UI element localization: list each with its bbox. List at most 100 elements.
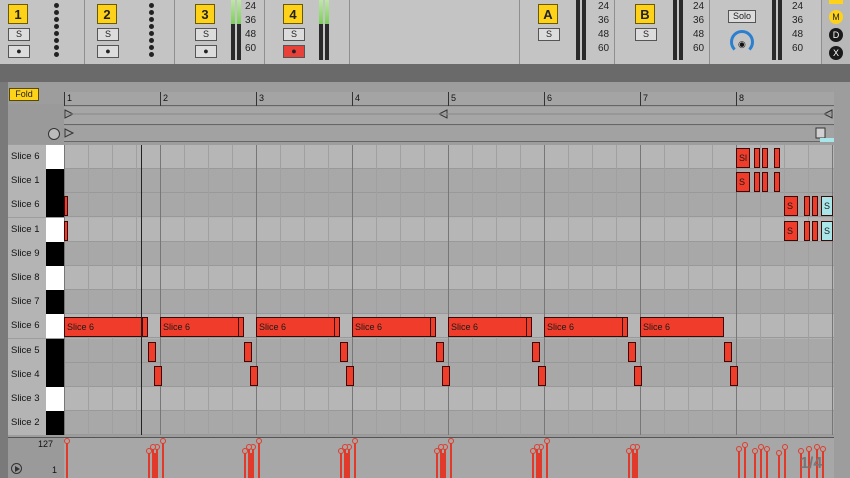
track-4-arm-button[interactable]: ● [283, 45, 305, 58]
midi-note[interactable] [526, 317, 532, 338]
piano-key[interactable] [46, 338, 64, 363]
velocity-marker[interactable] [448, 438, 454, 478]
track-2-button[interactable]: 2 [97, 4, 117, 24]
headphones-icon[interactable] [48, 128, 60, 140]
note-grid[interactable]: Slice 6 Slice 6 Slice 6 Slice 6 Slice 6 Slice… [64, 145, 834, 435]
track-3-arm-button[interactable]: ● [195, 45, 217, 58]
mute-button[interactable]: M [829, 10, 843, 24]
play-icon[interactable] [11, 463, 22, 474]
note-lane[interactable] [64, 145, 834, 169]
midi-note[interactable]: Slice 6 [64, 317, 148, 338]
velocity-marker[interactable] [346, 444, 352, 478]
midi-note[interactable] [334, 317, 340, 338]
track-2-solo-button[interactable]: S [97, 28, 119, 41]
midi-note[interactable] [754, 172, 760, 193]
midi-note[interactable] [804, 220, 810, 241]
velocity-marker[interactable] [150, 444, 156, 478]
return-b-button[interactable]: B [635, 4, 655, 24]
velocity-marker[interactable] [64, 438, 70, 478]
piano-key[interactable] [46, 241, 64, 266]
midi-note[interactable] [730, 365, 738, 386]
piano-key[interactable] [46, 362, 64, 387]
midi-note[interactable] [754, 148, 760, 168]
fold-button[interactable]: Fold [9, 88, 39, 101]
note-lane[interactable] [64, 387, 834, 411]
velocity-marker[interactable] [438, 444, 444, 478]
piano-key[interactable] [46, 387, 64, 411]
velocity-marker[interactable] [534, 444, 540, 478]
key-row[interactable]: Slice 2 [8, 411, 64, 436]
piano-key[interactable] [46, 193, 64, 218]
velocity-marker[interactable] [742, 442, 748, 478]
piano-key[interactable] [46, 411, 64, 436]
midi-note[interactable] [538, 365, 546, 386]
midi-note[interactable] [244, 341, 252, 362]
return-b-solo-button[interactable]: S [635, 28, 657, 41]
midi-note[interactable] [774, 148, 780, 168]
note-lane[interactable] [64, 266, 834, 290]
midi-note[interactable]: S [821, 196, 833, 217]
key-row[interactable]: Slice 6 [8, 193, 64, 218]
velocity-marker[interactable] [342, 444, 348, 478]
start-end-marker-bar[interactable] [64, 126, 834, 142]
note-lane[interactable] [64, 193, 834, 218]
close-button[interactable]: X [829, 46, 843, 60]
midi-note[interactable] [64, 220, 68, 241]
track-1-arm-button[interactable]: ● [8, 45, 30, 58]
track-4-solo-button[interactable]: S [283, 28, 305, 41]
cue-volume-knob[interactable]: ◉ [730, 30, 754, 54]
midi-note[interactable] [430, 317, 436, 338]
velocity-marker[interactable] [630, 444, 636, 478]
loop-brace-bar[interactable] [64, 107, 834, 125]
track-2-arm-button[interactable]: ● [97, 45, 119, 58]
track-4-button[interactable]: 4 [283, 4, 303, 24]
midi-note[interactable] [804, 196, 810, 217]
note-lane[interactable] [64, 241, 834, 266]
midi-note[interactable]: Sl [736, 148, 750, 168]
piano-key[interactable] [46, 169, 64, 194]
velocity-marker[interactable] [626, 448, 632, 478]
velocity-marker[interactable] [250, 444, 256, 478]
device-button[interactable]: D [829, 28, 843, 42]
velocity-marker[interactable] [256, 438, 262, 478]
velocity-marker[interactable] [146, 448, 152, 478]
midi-note[interactable]: S [736, 172, 750, 193]
velocity-marker[interactable] [246, 444, 252, 478]
midi-note[interactable] [436, 341, 444, 362]
track-1-button[interactable]: 1 [8, 4, 28, 24]
velocity-marker[interactable] [544, 438, 550, 478]
midi-note[interactable] [346, 365, 354, 386]
velocity-marker[interactable] [242, 448, 248, 478]
velocity-marker[interactable] [352, 438, 358, 478]
velocity-marker[interactable] [758, 444, 764, 478]
midi-note[interactable] [250, 365, 258, 386]
master-solo-button[interactable]: Solo [728, 10, 756, 23]
midi-note[interactable] [812, 220, 818, 241]
key-row[interactable]: Slice 1 [8, 169, 64, 194]
midi-note[interactable] [634, 365, 642, 386]
piano-key[interactable] [46, 266, 64, 290]
velocity-marker[interactable] [736, 446, 742, 478]
velocity-marker[interactable] [820, 446, 826, 478]
velocity-marker[interactable] [752, 448, 758, 478]
piano-key[interactable] [46, 290, 64, 315]
velocity-marker[interactable] [154, 444, 160, 478]
midi-note[interactable] [762, 148, 768, 168]
velocity-marker[interactable] [160, 438, 166, 478]
midi-note[interactable] [142, 317, 148, 338]
midi-note[interactable] [774, 172, 780, 193]
key-row[interactable]: Slice 1 [8, 217, 64, 242]
midi-note[interactable] [238, 317, 244, 338]
midi-note[interactable]: Slice 6 [544, 317, 628, 338]
midi-note[interactable]: Slice 6 [640, 317, 724, 338]
piano-key[interactable] [46, 145, 64, 169]
midi-note[interactable] [154, 365, 162, 386]
beat-time-ruler[interactable]: 1 2 3 4 5 6 7 8 [64, 92, 834, 106]
velocity-marker[interactable] [634, 444, 640, 478]
key-row[interactable]: Slice 6 [8, 314, 64, 339]
piano-key[interactable] [46, 314, 64, 339]
midi-note[interactable]: Slice 6 [256, 317, 340, 338]
midi-note[interactable]: Slice 6 [352, 317, 436, 338]
key-row[interactable]: Slice 8 [8, 266, 64, 290]
velocity-marker[interactable] [776, 450, 782, 478]
